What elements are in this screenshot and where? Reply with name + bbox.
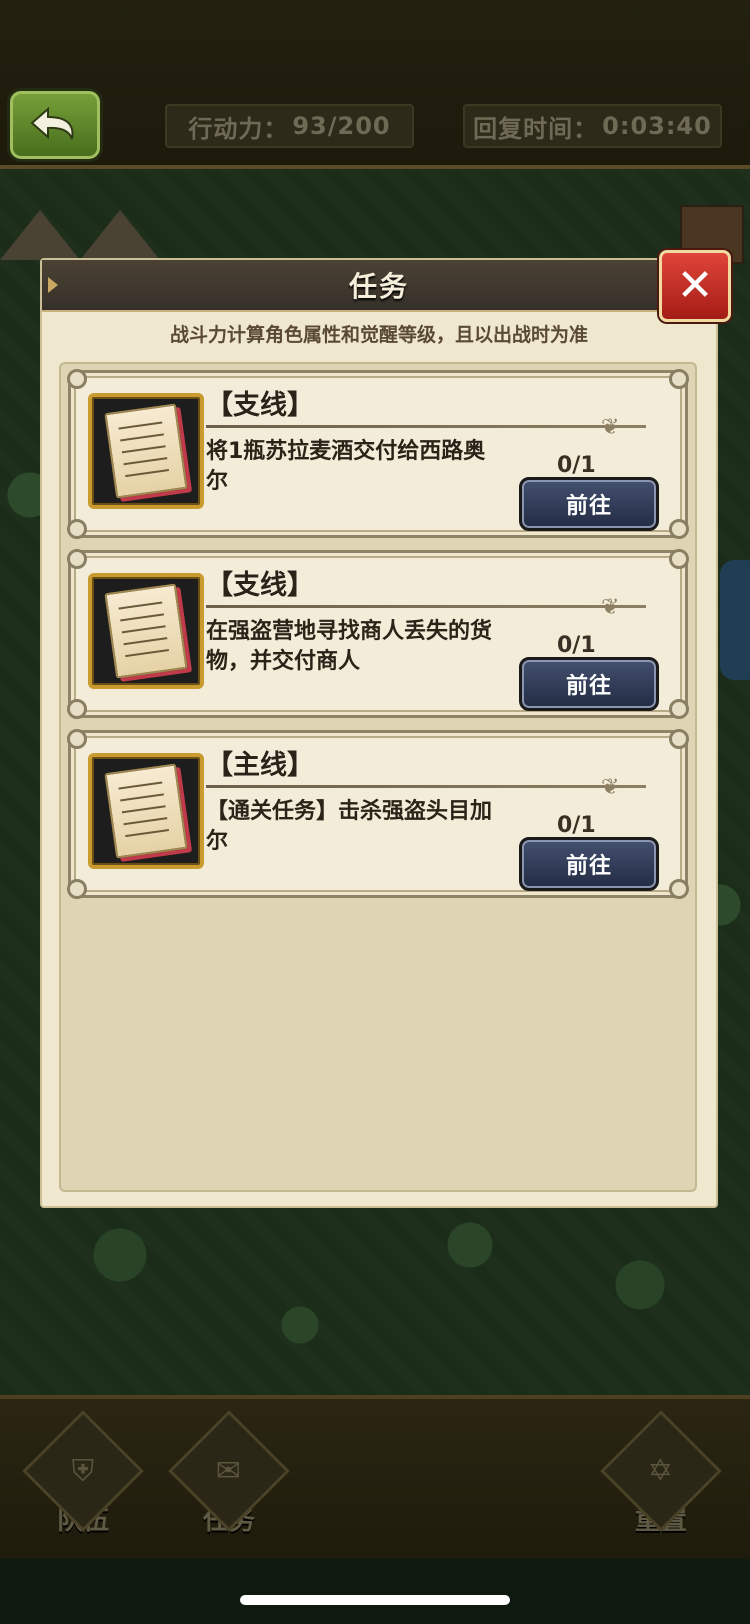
game-screen: 行动力： 93/200 回复时间： 0:03:40 ⛨ 队伍 ✉ 任务 ✡ 重置… (0, 0, 750, 1624)
reset-diamond: ✡ (600, 1410, 722, 1532)
quest-divider (206, 425, 646, 428)
quest-progress: 0/1 (557, 633, 596, 658)
top-bar: 行动力： 93/200 回复时间： 0:03:40 (0, 0, 750, 169)
corner-ornament (669, 549, 689, 569)
back-button[interactable] (7, 88, 103, 162)
quest-type: 【支线】 (206, 570, 314, 601)
quest-modal: 任务 战斗力计算角色属性和觉醒等级，且以出战时为准 【支线】 ❦ 将1瓶苏拉麦酒… (40, 258, 718, 1208)
shield-icon: ⛨ (71, 1453, 95, 1489)
close-icon: ✕ (676, 260, 714, 311)
modal-header: 任务 (42, 260, 716, 312)
go-button[interactable]: 前往 (519, 837, 659, 891)
nav-quest-button[interactable]: ✉ 任务 (168, 1410, 290, 1540)
flourish-icon: ❦ (601, 775, 620, 800)
home-indicator[interactable] (240, 1595, 510, 1605)
quest-type: 【支线】 (206, 390, 314, 421)
quest-icon-frame (88, 753, 204, 869)
nav-team-button[interactable]: ⛨ 队伍 (22, 1410, 144, 1540)
recovery-time-display: 回复时间： 0:03:40 (463, 104, 722, 148)
quest-card: 【主线】 ❦ 【通关任务】击杀强盗头目加尔 0/1 前往 (67, 729, 689, 899)
hexagram-icon: ✡ (648, 1453, 674, 1489)
map-mountain (0, 210, 80, 260)
corner-ornament (669, 699, 689, 719)
quest-icon-frame (88, 393, 204, 509)
corner-ornament (669, 519, 689, 539)
quest-description: 在强盗营地寻找商人丢失的货物，并交付商人 (206, 619, 493, 674)
quest-progress: 0/1 (557, 813, 596, 838)
quest-icon-frame (88, 573, 204, 689)
quest-scroll-icon (104, 763, 188, 859)
corner-ornament (669, 879, 689, 899)
recovery-value: 0:03:40 (602, 112, 712, 140)
stamina-display: 行动力： 93/200 (165, 104, 414, 148)
stamina-value: 93/200 (292, 112, 391, 140)
quest-diamond: ✉ (168, 1410, 290, 1532)
close-button[interactable]: ✕ (659, 250, 731, 322)
nav-reset-button[interactable]: ✡ 重置 (600, 1410, 722, 1540)
corner-ornament (67, 699, 87, 719)
go-button[interactable]: 前往 (519, 657, 659, 711)
corner-ornament (67, 879, 87, 899)
quest-card: 【支线】 ❦ 在强盗营地寻找商人丢失的货物，并交付商人 0/1 前往 (67, 549, 689, 719)
go-button[interactable]: 前往 (519, 477, 659, 531)
stamina-label: 行动力： (188, 114, 289, 143)
quest-divider (206, 605, 646, 608)
header-ornament-icon (48, 277, 58, 293)
corner-ornament (67, 369, 87, 389)
team-diamond: ⛨ (22, 1410, 144, 1532)
map-mountain (80, 210, 160, 260)
quest-card: 【支线】 ❦ 将1瓶苏拉麦酒交付给西路奥尔 0/1 前往 (67, 369, 689, 539)
quest-description: 将1瓶苏拉麦酒交付给西路奥尔 (206, 439, 486, 494)
corner-ornament (67, 729, 87, 749)
flourish-icon: ❦ (601, 595, 620, 620)
corner-ornament (669, 729, 689, 749)
quest-scroll-icon (104, 403, 188, 499)
corner-ornament (67, 519, 87, 539)
quest-scroll-icon (104, 583, 188, 679)
quest-type: 【主线】 (206, 750, 314, 781)
modal-title: 任务 (348, 270, 409, 303)
flourish-icon: ❦ (601, 415, 620, 440)
back-arrow-icon (30, 106, 74, 140)
modal-subtitle: 战斗力计算角色属性和觉醒等级，且以出战时为准 (169, 324, 588, 346)
quest-description: 【通关任务】击杀强盗头目加尔 (206, 799, 493, 854)
scroll-icon: ✉ (216, 1453, 242, 1489)
quest-list-panel: 【支线】 ❦ 将1瓶苏拉麦酒交付给西路奥尔 0/1 前往 【支线】 ❦ 在强盗营… (59, 362, 697, 1192)
quest-divider (206, 785, 646, 788)
recovery-label: 回复时间： (473, 114, 599, 143)
map-water (720, 560, 750, 680)
corner-ornament (67, 549, 87, 569)
corner-ornament (669, 369, 689, 389)
quest-progress: 0/1 (557, 453, 596, 478)
